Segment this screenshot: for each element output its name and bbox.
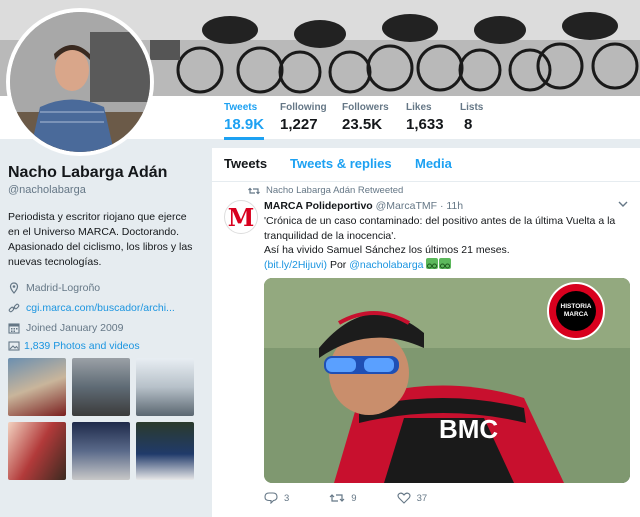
tweet-media-image[interactable]: BMC HISTORIA MARCA (264, 278, 630, 483)
timeline-card: Tweets Tweets & replies Media Nacho Laba… (212, 148, 640, 517)
profile-location: Madrid-Logroño (8, 282, 198, 294)
marca-logo-letter: M (227, 202, 255, 232)
tweet-header: MARCA Polideportivo @MarcaTMF · 11h (264, 200, 463, 212)
stat-value: 8 (464, 116, 473, 133)
photo-thumbnail[interactable] (72, 422, 130, 480)
svg-text:BMC: BMC (439, 414, 498, 444)
stat-value: 18.9K (224, 116, 265, 133)
photo-thumbnail[interactable] (136, 422, 194, 480)
tweet-actions: 3 9 37 (264, 492, 467, 504)
photo-thumbnail[interactable] (8, 422, 66, 480)
stat-value: 1,633 (406, 116, 444, 133)
tweet-text-line: (bit.ly/2Hijuvi) Por @nacholabarga (264, 257, 634, 273)
retweet-context: Nacho Labarga Adán Retweeted (248, 185, 403, 196)
link-icon (8, 303, 20, 313)
location-text: Madrid-Logroño (26, 282, 101, 294)
retweet-count: 9 (351, 492, 357, 504)
photo-thumbnail[interactable] (72, 358, 130, 416)
tweet-author-avatar[interactable]: M (224, 200, 258, 234)
stat-label: Followers (342, 102, 389, 113)
historia-marca-badge: HISTORIA MARCA (547, 282, 605, 340)
tweet-author-handle[interactable]: @MarcaTMF (376, 200, 437, 212)
joined-text: Joined January 2009 (26, 322, 124, 334)
cyclist-emoji-icon (426, 257, 452, 269)
heart-icon (397, 492, 411, 504)
profile-card: Nacho Labarga Adán @nacholabarga Periodi… (8, 164, 198, 334)
profile-website[interactable]: cgi.marca.com/buscador/archi... (8, 302, 198, 314)
retweeted-by-text[interactable]: Nacho Labarga Adán Retweeted (266, 185, 403, 196)
calendar-icon (8, 323, 20, 334)
stat-label: Lists (460, 102, 484, 113)
stat-value: 1,227 (280, 116, 318, 133)
stat-label: Likes (406, 102, 432, 113)
photos-label[interactable]: 1,839 Photos and videos (24, 340, 140, 352)
tweet-text-line: Así ha vivido Samuel Sánchez los últimos… (264, 244, 510, 256)
retweet-icon (329, 494, 345, 502)
profile-handle[interactable]: @nacholabarga (8, 184, 198, 196)
tweet-text: 'Crónica de un caso contaminado: del pos… (264, 214, 634, 272)
profile-name[interactable]: Nacho Labarga Adán (8, 164, 198, 182)
profile-joined: Joined January 2009 (8, 322, 198, 334)
photo-thumbnail[interactable] (136, 358, 194, 416)
stat-following[interactable]: Following 1,227 (280, 102, 327, 133)
stat-label: Tweets (224, 102, 258, 113)
tweet-link[interactable]: (bit.ly/2Hijuvi) (264, 259, 327, 271)
timeline-tabs: Tweets Tweets & replies Media (212, 148, 640, 182)
por-text: Por (329, 258, 347, 271)
stat-tweets[interactable]: Tweets 18.9K (224, 102, 265, 140)
stat-value: 23.5K (342, 116, 383, 133)
tweet-time[interactable]: · 11h (440, 200, 463, 212)
photos-videos-link[interactable]: 1,839 Photos and videos (8, 340, 140, 352)
stat-likes[interactable]: Likes 1,633 (406, 102, 444, 133)
reply-count: 3 (284, 492, 290, 504)
avatar-photo (10, 12, 150, 152)
tab-tweets-replies[interactable]: Tweets & replies (290, 156, 392, 171)
tweet-mention[interactable]: @nacholabarga (349, 259, 423, 271)
profile-avatar[interactable] (6, 8, 154, 156)
profile-bio: Periodista y escritor riojano que ejerce… (8, 211, 193, 268)
reply-button[interactable]: 3 (264, 492, 289, 504)
tab-tweets[interactable]: Tweets (224, 156, 267, 171)
badge-text: HISTORIA MARCA (556, 291, 596, 331)
stat-label: Following (280, 102, 327, 113)
image-icon (8, 341, 20, 351)
like-count: 37 (416, 492, 428, 504)
photo-thumbnail[interactable] (8, 358, 66, 416)
website-link[interactable]: cgi.marca.com/buscador/archi... (26, 302, 175, 314)
location-pin-icon (9, 282, 19, 294)
tab-media[interactable]: Media (415, 156, 452, 171)
retweet-icon (248, 187, 260, 194)
tweet-text-line: 'Crónica de un caso contaminado: del pos… (264, 215, 616, 242)
retweet-button[interactable]: 9 (329, 492, 357, 504)
reply-icon (264, 492, 278, 504)
stat-lists[interactable]: Lists 8 (460, 102, 483, 133)
stat-followers[interactable]: Followers 23.5K (342, 102, 389, 133)
tweet-author-name[interactable]: MARCA Polideportivo (264, 200, 373, 212)
like-button[interactable]: 37 (397, 492, 428, 504)
chevron-down-icon[interactable] (618, 200, 628, 208)
